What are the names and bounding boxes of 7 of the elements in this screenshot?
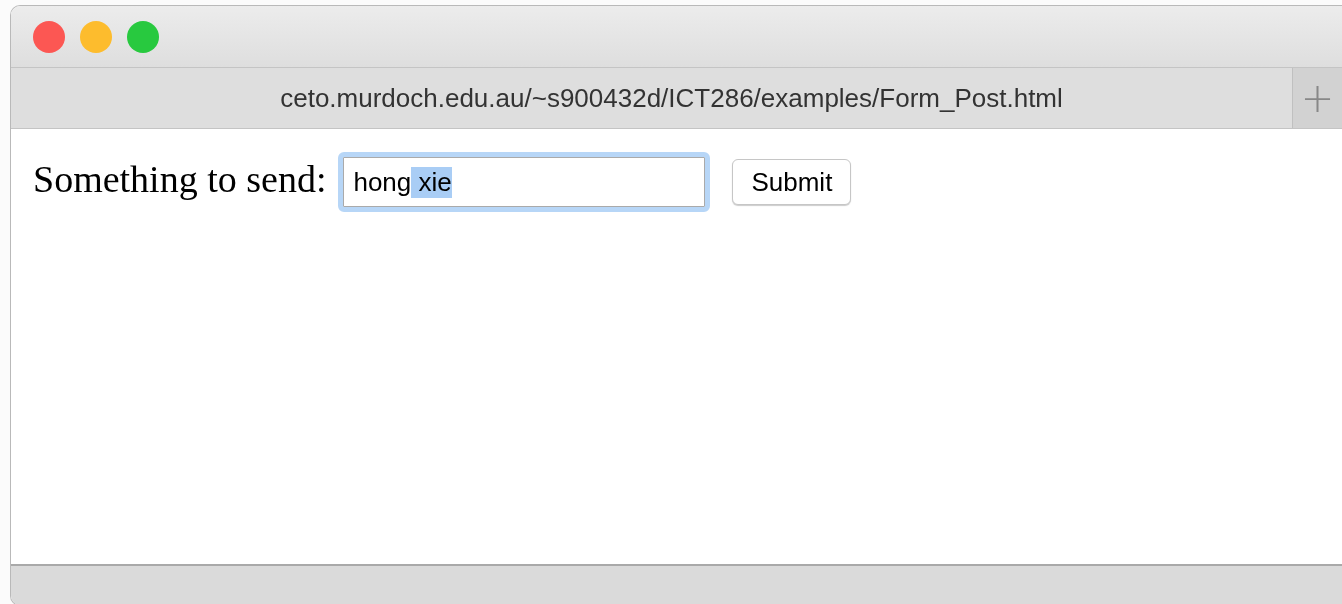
- input-field[interactable]: hong xie: [338, 152, 711, 212]
- zoom-button[interactable]: [127, 20, 159, 53]
- browser-tab[interactable]: ceto.murdoch.edu.au/~s900432d/ICT286/examples/Form_Post.html: [11, 68, 1292, 128]
- close-button[interactable]: [33, 20, 65, 53]
- submit-button[interactable]: Submit: [732, 159, 852, 205]
- field-label: Something to send:: [33, 157, 327, 201]
- minimize-button[interactable]: [80, 20, 112, 53]
